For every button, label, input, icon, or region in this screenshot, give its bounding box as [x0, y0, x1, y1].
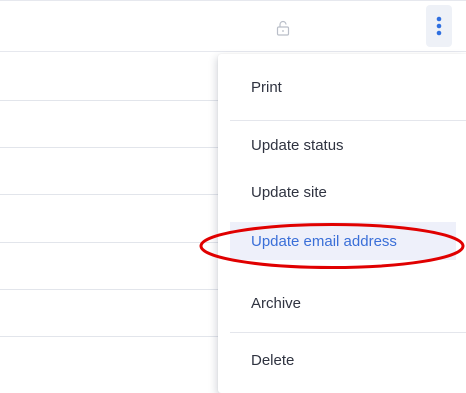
- kebab-vertical-icon: [436, 16, 442, 36]
- menu-item-label: Update email address: [251, 232, 397, 250]
- menu-item-label: Print: [251, 78, 282, 96]
- table-row-divider: [0, 242, 230, 243]
- menu-item-archive[interactable]: Archive: [218, 284, 466, 322]
- menu-item-label: Archive: [251, 294, 302, 312]
- table-row-divider: [0, 336, 230, 337]
- menu-item-label: Delete: [251, 351, 295, 369]
- menu-item-print[interactable]: Print: [218, 68, 466, 106]
- table-header-row: [0, 0, 466, 52]
- menu-item-update-status[interactable]: Update status: [218, 126, 466, 164]
- lock-open-icon: [276, 20, 290, 36]
- table-row-divider: [0, 289, 230, 290]
- actions-dropdown-menu: Print Update status Update site Update e…: [218, 54, 466, 393]
- table-row-divider: [0, 100, 230, 101]
- menu-divider: [230, 332, 466, 333]
- menu-item-label: Update status: [251, 136, 344, 154]
- menu-divider: [230, 120, 466, 121]
- menu-item-delete[interactable]: Delete: [218, 341, 466, 379]
- table-row-divider: [0, 147, 230, 148]
- menu-item-update-site[interactable]: Update site: [218, 173, 466, 211]
- more-actions-button[interactable]: [426, 5, 452, 47]
- menu-item-label: Update site: [251, 183, 327, 201]
- table-row-divider: [0, 194, 230, 195]
- menu-item-update-email-address[interactable]: Update email address: [230, 222, 456, 260]
